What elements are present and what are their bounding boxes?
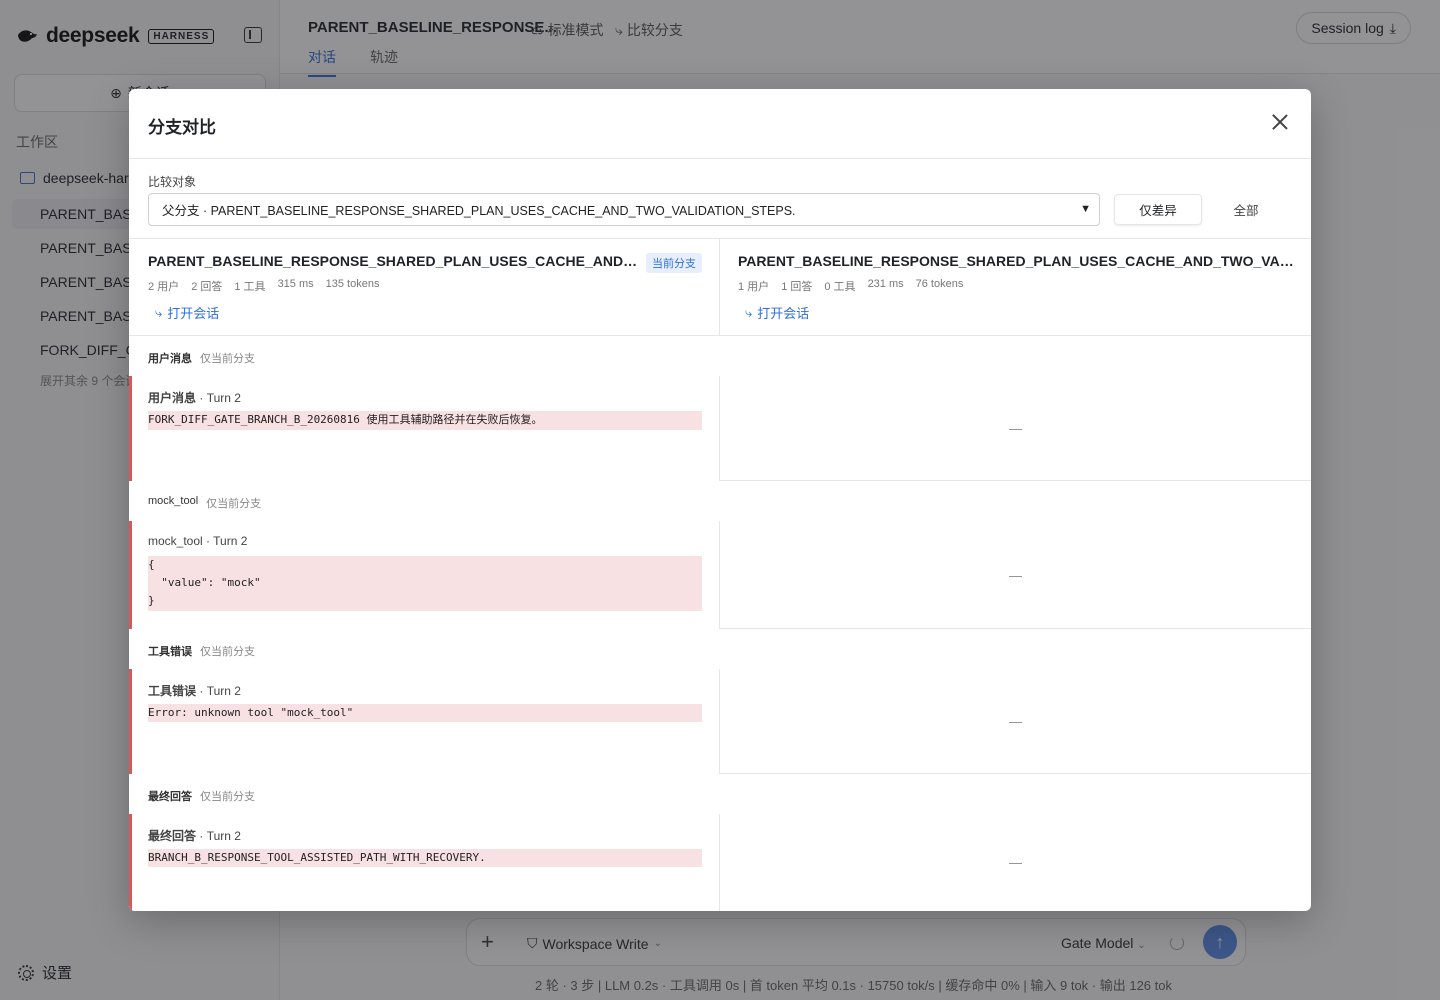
- diff-section-mock-tool: mock_tool 仅当前分支 mock_tool · Turn 2 { "va…: [129, 481, 1311, 629]
- removed-content: Error: unknown tool "mock_tool": [148, 704, 702, 722]
- diff-row: 用户消息 · Turn 2 FORK_DIFF_GATE_BRANCH_B_20…: [129, 376, 1311, 481]
- branch-icon: ⤷: [745, 304, 753, 320]
- diff-right-cell: —: [1009, 855, 1022, 870]
- section-scope: 仅当前分支: [200, 353, 255, 365]
- compare-target-select[interactable]: 父分支 · PARENT_BASELINE_RESPONSE_SHARED_PL…: [148, 193, 1100, 226]
- section-header: 最终回答 仅当前分支: [148, 788, 255, 804]
- compare-target-value: 父分支 · PARENT_BASELINE_RESPONSE_SHARED_PL…: [162, 204, 796, 218]
- section-header: mock_tool 仅当前分支: [148, 495, 261, 511]
- stat-tokens: 76 tokens: [915, 278, 964, 290]
- diff-row: 最终回答 · Turn 2 BRANCH_B_RESPONSE_TOOL_ASS…: [129, 814, 1311, 911]
- chevron-down-icon: ▼: [1080, 203, 1091, 215]
- stat-answers: 1 回答: [781, 281, 813, 293]
- diff-section-user-message: 用户消息 仅当前分支 用户消息 · Turn 2 FORK_DIFF_GATE_…: [129, 336, 1311, 481]
- diff-left-cell: 工具错误 · Turn 2 Error: unknown tool "mock_…: [129, 669, 720, 774]
- compare-target-row: 比较对象 父分支 · PARENT_BASELINE_RESPONSE_SHAR…: [129, 159, 1311, 239]
- dialog-title: 分支对比: [148, 118, 216, 137]
- diff-left-cell: 用户消息 · Turn 2 FORK_DIFF_GATE_BRANCH_B_20…: [129, 376, 720, 481]
- section-header: 工具错误 仅当前分支: [148, 643, 255, 659]
- branch-name: PARENT_BASELINE_RESPONSE_SHARED_PLAN_USE…: [738, 253, 1294, 269]
- diff-right-cell: —: [1009, 421, 1022, 436]
- diff-only-button[interactable]: 仅差异: [1114, 194, 1202, 225]
- branch-stats: 2 用户 2 回答 1 工具 315 ms 135 tokens: [148, 278, 379, 294]
- branch-name: PARENT_BASELINE_RESPONSE_SHARED_PLAN_USE…: [148, 253, 640, 269]
- turn-number: · Turn 2: [199, 829, 241, 843]
- diff-left-cell: 最终回答 · Turn 2 BRANCH_B_RESPONSE_TOOL_ASS…: [129, 814, 720, 911]
- removed-content: { "value": "mock" }: [148, 556, 702, 611]
- diff-section-final-answer: 最终回答 仅当前分支 最终回答 · Turn 2 BRANCH_B_RESPON…: [129, 774, 1311, 911]
- section-scope: 仅当前分支: [206, 498, 262, 510]
- diff-left-cell: mock_tool · Turn 2 { "value": "mock" }: [129, 521, 720, 629]
- stat-tools: 0 工具: [824, 281, 856, 293]
- stat-users: 1 用户: [738, 281, 770, 293]
- stat-latency: 231 ms: [867, 278, 904, 290]
- section-scope: 仅当前分支: [200, 791, 255, 803]
- right-branch-card: PARENT_BASELINE_RESPONSE_SHARED_PLAN_USE…: [720, 239, 1311, 336]
- stat-users: 2 用户: [148, 281, 180, 293]
- open-session-label: 打开会话: [167, 306, 220, 321]
- turn-number: · Turn 2: [206, 534, 248, 548]
- diff-right-cell: —: [1009, 714, 1022, 729]
- branch-headers: PARENT_BASELINE_RESPONSE_SHARED_PLAN_USE…: [129, 239, 1311, 336]
- diff-section-tool-error: 工具错误 仅当前分支 工具错误 · Turn 2 Error: unknown …: [129, 629, 1311, 774]
- diff-row: 工具错误 · Turn 2 Error: unknown tool "mock_…: [129, 669, 1311, 774]
- diff-row: mock_tool · Turn 2 { "value": "mock" } —: [129, 521, 1311, 629]
- branch-stats: 1 用户 1 回答 0 工具 231 ms 76 tokens: [738, 278, 963, 294]
- turn-kind: 最终回答: [148, 829, 197, 843]
- stat-latency: 315 ms: [277, 278, 314, 290]
- removed-content: FORK_DIFF_GATE_BRANCH_B_20260816 使用工具辅助路…: [148, 411, 702, 430]
- stat-answers: 2 回答: [191, 281, 223, 293]
- diff-right-cell: —: [1009, 567, 1022, 583]
- section-header: 用户消息 仅当前分支: [148, 350, 255, 366]
- section-name: 最终回答: [148, 791, 192, 803]
- section-scope: 仅当前分支: [200, 646, 255, 658]
- compare-target-label: 比较对象: [148, 175, 197, 189]
- section-name: mock_tool: [148, 495, 199, 507]
- section-name: 用户消息: [148, 353, 192, 365]
- branch-icon: ⤷: [155, 304, 163, 320]
- show-all-button[interactable]: 全部: [1219, 194, 1273, 225]
- turn-label: 最终回答 · Turn 2: [148, 827, 241, 844]
- turn-kind: 工具错误: [148, 684, 197, 698]
- stat-tools: 1 工具: [234, 281, 266, 293]
- current-branch-badge: 当前分支: [646, 253, 702, 273]
- close-icon[interactable]: [1271, 113, 1289, 131]
- turn-label: 用户消息 · Turn 2: [148, 389, 241, 406]
- turn-number: · Turn 2: [199, 684, 241, 698]
- open-session-link[interactable]: ⤷ 打开会话: [745, 303, 809, 322]
- stat-tokens: 135 tokens: [325, 278, 380, 290]
- turn-label: 工具错误 · Turn 2: [148, 682, 241, 699]
- dialog-header: 分支对比: [129, 89, 1311, 159]
- left-branch-card: PARENT_BASELINE_RESPONSE_SHARED_PLAN_USE…: [129, 239, 720, 336]
- open-session-label: 打开会话: [757, 306, 810, 321]
- turn-kind: mock_tool: [148, 534, 203, 548]
- removed-content: BRANCH_B_RESPONSE_TOOL_ASSISTED_PATH_WIT…: [148, 849, 702, 867]
- turn-number: · Turn 2: [199, 391, 241, 405]
- open-session-link[interactable]: ⤷ 打开会话: [155, 303, 219, 322]
- turn-label: mock_tool · Turn 2: [148, 534, 247, 548]
- turn-kind: 用户消息: [148, 391, 197, 405]
- branch-compare-dialog: 分支对比 比较对象 父分支 · PARENT_BASELINE_RESPONSE…: [129, 89, 1311, 911]
- section-name: 工具错误: [148, 646, 192, 658]
